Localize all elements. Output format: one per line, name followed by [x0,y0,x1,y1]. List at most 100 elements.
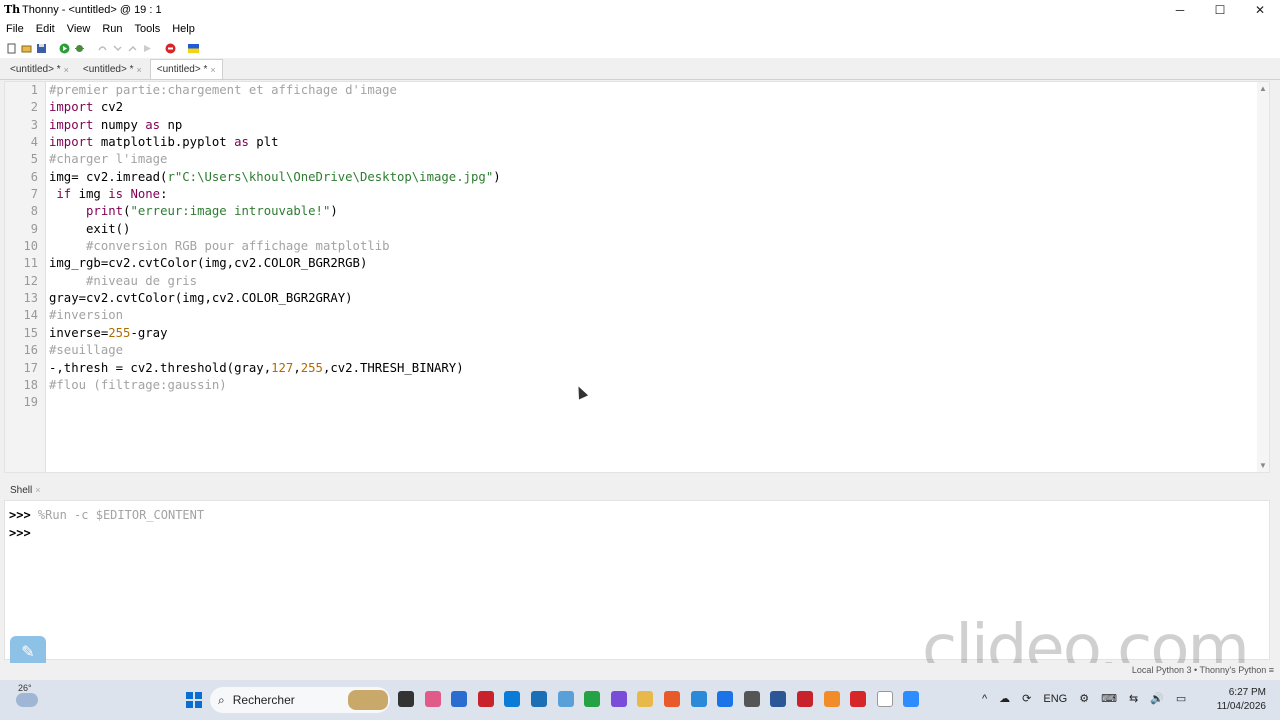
resume-icon[interactable] [142,43,153,54]
tab-label: <untitled> * [82,64,134,75]
line-number: 19 [23,395,38,410]
code-line-10: #conversion RGB pour affichage matplotli… [86,239,390,254]
chevron-up-icon[interactable]: ^ [982,693,987,705]
code-line-15: inverse=255-gray [49,325,168,340]
menu-bar: File Edit View Run Tools Help [0,20,1280,38]
copilot-icon[interactable] [424,691,441,707]
code-line-2: import cv2 [49,100,124,115]
app-icon[interactable] [610,691,627,707]
menu-tools[interactable]: Tools [129,23,167,35]
vscode-icon[interactable] [451,691,468,707]
debug-icon[interactable] [74,43,85,54]
clock-date: 11/04/2026 [1216,701,1266,712]
acrobat-icon[interactable] [796,691,813,707]
sync-icon[interactable]: ⟳ [1022,692,1031,705]
edge-icon[interactable] [504,691,521,707]
tab-close-icon[interactable]: × [64,65,69,75]
taskbar-clock[interactable]: 6:27 PM 11/04/2026 [1217,686,1266,714]
battery-icon[interactable]: ▭ [1176,692,1186,705]
menu-help[interactable]: Help [166,23,201,35]
line-number: 13 [23,291,38,306]
zoom-icon[interactable] [903,691,920,707]
minimize-button[interactable]: ─ [1160,0,1200,20]
stop-icon[interactable] [165,43,176,54]
menu-edit[interactable]: Edit [30,23,61,35]
mcafee-icon[interactable] [477,691,494,707]
whatsapp-icon[interactable] [584,691,601,707]
vlc-icon[interactable] [823,691,840,707]
menu-run[interactable]: Run [96,23,128,35]
save-icon[interactable] [36,43,47,54]
browser-icon[interactable] [663,691,680,707]
filezilla-icon[interactable] [850,691,867,707]
new-file-icon[interactable] [6,43,17,54]
search-placeholder: Rechercher [232,693,295,707]
settings-icon[interactable]: ⚙ [1079,692,1089,705]
code-line-1: #premier partie:chargement et affichage … [49,83,397,97]
line-number: 15 [23,325,38,340]
windows-start-icon[interactable] [186,692,202,708]
system-tray: ^ ☁ ⟳ ENG ⚙ ⌨ ⇆ 🔊 ▭ [982,692,1198,706]
title-bar: Th Thonny - <untitled> @ 19 : 1 ─ ☐ ✕ [0,0,1280,20]
step-over-icon[interactable] [97,43,108,54]
store-icon[interactable] [530,691,547,707]
line-number-gutter: 1 2 3 4 5 6 7 8 9 10 11 12 13 14 15 16 1… [5,82,46,472]
tab-close-icon[interactable]: × [136,65,141,75]
status-menu-icon[interactable]: ≡ [1269,665,1274,675]
line-number: 2 [30,100,38,115]
scroll-up-icon[interactable]: ▲ [1257,84,1269,93]
step-into-icon[interactable] [112,43,123,54]
scroll-down-icon[interactable]: ▼ [1257,461,1269,470]
onedrive-icon[interactable]: ☁ [999,692,1010,705]
keyboard-icon[interactable]: ⌨ [1101,692,1117,705]
line-number: 3 [30,117,38,132]
editor-tab-3-active[interactable]: <untitled> * × [149,59,223,79]
run-icon[interactable] [59,43,70,54]
close-button[interactable]: ✕ [1240,0,1280,20]
editor-tab-1[interactable]: <untitled> * × [4,60,75,79]
weather-cloud-icon[interactable] [16,693,38,707]
task-view-icon[interactable] [398,691,414,707]
weather-temperature[interactable]: 26° [18,683,32,693]
line-number: 9 [30,221,38,236]
shell-command: %Run -c $EDITOR_CONTENT [37,508,205,522]
shell-tab-bar: Shell × [0,480,1280,500]
tab-close-icon[interactable]: × [210,65,215,75]
word-icon[interactable] [770,691,787,707]
file-explorer-icon[interactable] [637,691,654,707]
code-area[interactable]: #premier partie:chargement et affichage … [49,82,1249,412]
window-title: Thonny - <untitled> @ 19 : 1 [22,4,162,16]
code-line-5: #charger l'image [49,152,168,167]
network-icon[interactable]: ⇆ [1129,692,1138,705]
bing-icon[interactable] [717,691,734,707]
thonny-app-icon: Th [4,3,21,16]
shell-tab[interactable]: Shell × [4,483,47,498]
code-line-11: img_rgb=cv2.cvtColor(img,cv2.COLOR_BGR2R… [49,256,368,271]
camera-icon[interactable] [743,691,760,707]
code-line-13: gray=cv2.cvtColor(img,cv2.COLOR_BGR2GRAY… [49,291,353,306]
line-number: 11 [23,256,38,271]
interpreter-status[interactable]: Local Python 3 • Thonny's Python ≡ [1132,665,1274,675]
editor-tab-2[interactable]: <untitled> * × [77,60,148,79]
line-number: 14 [23,308,38,323]
shell-tab-close-icon[interactable]: × [35,485,40,495]
snipping-icon[interactable] [557,691,574,707]
line-number: 10 [23,239,38,254]
taskbar-apps [398,691,930,707]
step-out-icon[interactable] [127,43,138,54]
shell-line-2[interactable]: >>> [5,525,1269,543]
volume-icon[interactable]: 🔊 [1150,692,1164,705]
language-icon[interactable]: ENG [1043,693,1067,705]
ukraine-flag-icon[interactable] [188,43,199,54]
open-file-icon[interactable] [21,43,32,54]
tab-label: <untitled> * [10,64,61,75]
menu-view[interactable]: View [61,23,97,35]
clock-time: 6:27 PM [1228,687,1266,698]
chrome-icon[interactable] [690,691,707,707]
thonny-icon[interactable] [876,691,893,707]
code-editor[interactable]: 1 2 3 4 5 6 7 8 9 10 11 12 13 14 15 16 1… [4,81,1270,473]
maximize-button[interactable]: ☐ [1200,0,1240,20]
line-number: 6 [30,169,38,184]
editor-scrollbar[interactable]: ▲ ▼ [1257,82,1269,472]
menu-file[interactable]: File [0,23,30,35]
